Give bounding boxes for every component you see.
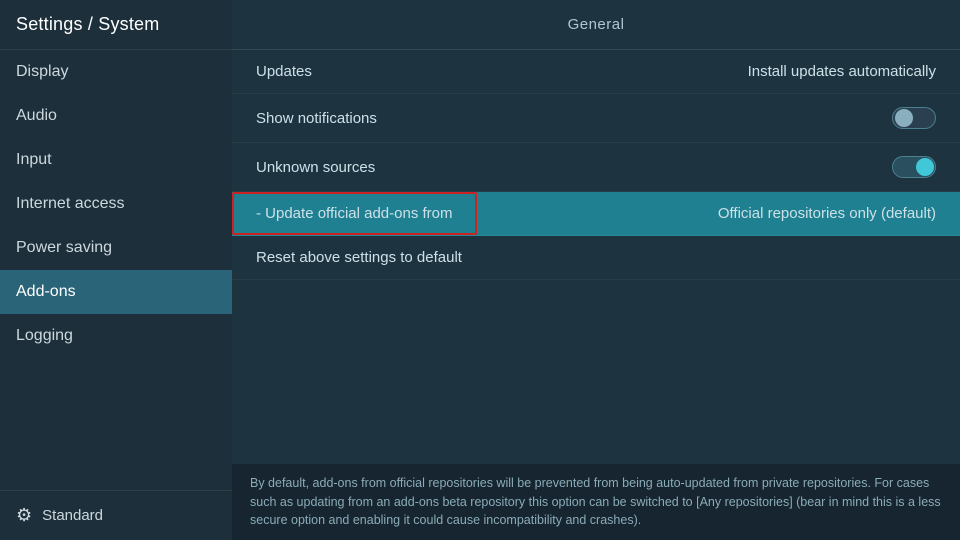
sidebar-item-label: Add-ons <box>16 283 76 301</box>
sidebar-item-display[interactable]: Display <box>0 50 232 94</box>
setting-label-updates: Updates <box>256 63 312 80</box>
setting-row-show-notifications[interactable]: Show notifications <box>232 94 960 143</box>
gear-icon: ⚙ <box>16 505 32 526</box>
sidebar-item-label: Logging <box>16 327 73 345</box>
sidebar-title: Settings / System <box>0 0 232 50</box>
sidebar-item-label: Display <box>16 63 68 81</box>
settings-list: Updates Install updates automatically Sh… <box>232 50 960 464</box>
setting-label-update-official-addons: - Update official add-ons from <box>232 192 477 235</box>
sidebar-item-logging[interactable]: Logging <box>0 314 232 358</box>
info-bar: By default, add-ons from official reposi… <box>232 464 960 540</box>
toggle-unknown-sources[interactable] <box>892 156 936 178</box>
setting-row-updates[interactable]: Updates Install updates automatically <box>232 50 960 94</box>
sidebar-item-input[interactable]: Input <box>0 138 232 182</box>
setting-label-unknown-sources: Unknown sources <box>256 159 375 176</box>
toggle-knob <box>895 109 913 127</box>
setting-label-reset-settings: Reset above settings to default <box>256 249 462 266</box>
main-content: General Updates Install updates automati… <box>232 0 960 540</box>
sidebar-footer-label: Standard <box>42 507 103 524</box>
setting-value-updates: Install updates automatically <box>748 63 936 80</box>
section-header: General <box>232 0 960 50</box>
setting-row-update-official-addons[interactable]: - Update official add-ons from Official … <box>232 192 960 236</box>
sidebar-footer: ⚙ Standard <box>0 490 232 540</box>
sidebar-item-power-saving[interactable]: Power saving <box>0 226 232 270</box>
sidebar-item-audio[interactable]: Audio <box>0 94 232 138</box>
setting-value-update-official-addons: Official repositories only (default) <box>718 205 960 222</box>
sidebar-item-label: Internet access <box>16 195 125 213</box>
toggle-show-notifications[interactable] <box>892 107 936 129</box>
sidebar-item-internet-access[interactable]: Internet access <box>0 182 232 226</box>
sidebar: Settings / System Display Audio Input In… <box>0 0 232 540</box>
toggle-knob-on <box>916 158 934 176</box>
sidebar-item-add-ons[interactable]: Add-ons <box>0 270 232 314</box>
sidebar-item-label: Audio <box>16 107 57 125</box>
sidebar-item-label: Input <box>16 151 52 169</box>
setting-label-show-notifications: Show notifications <box>256 110 377 127</box>
setting-row-unknown-sources[interactable]: Unknown sources <box>232 143 960 192</box>
setting-row-reset-settings[interactable]: Reset above settings to default <box>232 236 960 280</box>
sidebar-item-label: Power saving <box>16 239 112 257</box>
